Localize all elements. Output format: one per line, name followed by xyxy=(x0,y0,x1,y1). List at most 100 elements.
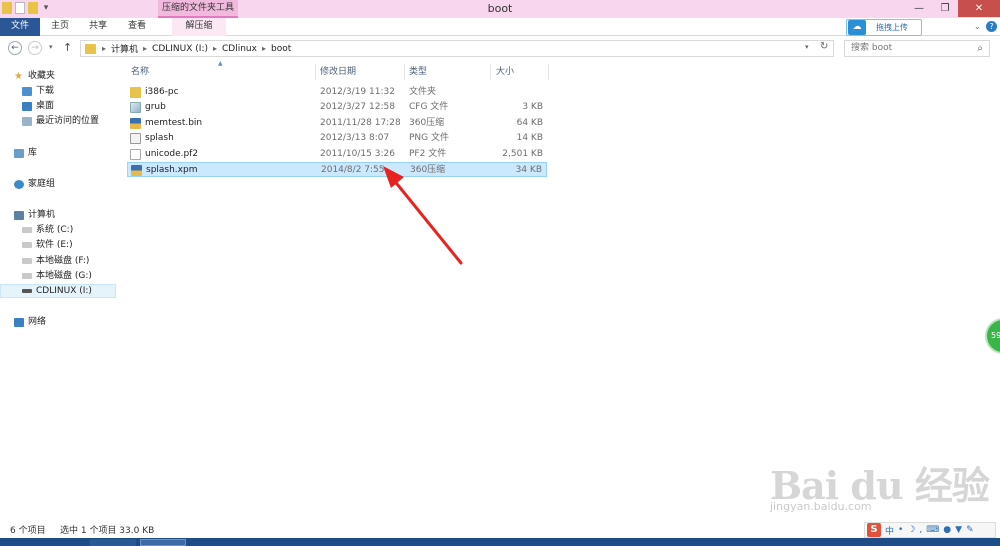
search-icon[interactable]: ⌕ xyxy=(977,41,983,56)
address-dropdown-icon[interactable]: ▾ xyxy=(805,43,809,51)
cd-drive-icon xyxy=(22,289,32,293)
column-divider[interactable] xyxy=(404,64,405,80)
help-icon[interactable]: ? xyxy=(986,21,997,32)
nav-item-desktop[interactable]: 桌面 xyxy=(0,99,116,113)
chevron-right-icon[interactable]: ▸ xyxy=(213,44,217,53)
nav-computer[interactable]: 计算机 xyxy=(0,208,116,222)
tab-view[interactable]: 查看 xyxy=(122,18,152,36)
wrench-icon[interactable]: ✎ xyxy=(966,525,974,535)
archive-icon xyxy=(131,165,142,176)
back-button[interactable]: ← xyxy=(8,41,22,55)
comma-icon[interactable]: , xyxy=(919,525,922,535)
file-row[interactable]: memtest.bin 2011/11/28 17:28 360压缩 64 KB xyxy=(127,116,547,131)
nav-drive-c[interactable]: 系统 (C:) xyxy=(0,223,116,237)
nav-network[interactable]: 网络 xyxy=(0,315,116,329)
file-size: 14 KB xyxy=(516,133,543,143)
taskbar xyxy=(0,538,1000,546)
nav-item-recent[interactable]: 最近访问的位置 xyxy=(0,114,116,128)
taskbar-app-active[interactable] xyxy=(140,539,186,546)
column-header-date[interactable]: 修改日期 xyxy=(320,64,356,80)
drag-upload-button[interactable]: ☁ 拖拽上传 xyxy=(846,19,922,36)
file-row[interactable]: i386-pc 2012/3/19 11:32 文件夹 xyxy=(127,85,547,100)
column-divider[interactable] xyxy=(548,64,549,80)
side-widget-badge[interactable]: 59 xyxy=(985,318,1000,354)
file-size: 2,501 KB xyxy=(502,149,543,159)
column-header-type[interactable]: 类型 xyxy=(409,64,427,80)
column-header-size[interactable]: 大小 xyxy=(496,64,514,80)
computer-icon xyxy=(14,210,24,220)
taskbar-app[interactable] xyxy=(90,539,136,546)
up-button[interactable]: ↑ xyxy=(63,41,72,54)
nav-item-downloads[interactable]: 下载 xyxy=(0,84,116,98)
file-type: 360压缩 xyxy=(410,165,446,175)
tab-extract[interactable]: 解压缩 xyxy=(172,18,226,36)
properties-icon[interactable] xyxy=(15,2,25,14)
address-bar[interactable]: ▸ 计算机 ▸ CDLINUX (I:) ▸ CDlinux ▸ boot xyxy=(80,40,834,57)
item-count: 6 个项目 xyxy=(10,526,46,536)
chevron-right-icon[interactable]: ▸ xyxy=(143,44,147,53)
file-name: i386-pc xyxy=(145,87,179,97)
file-type: PF2 文件 xyxy=(409,149,447,159)
column-header-name[interactable]: 名称 xyxy=(131,64,149,80)
window-controls: — ❐ ✕ xyxy=(906,0,1000,17)
maximize-button[interactable]: ❐ xyxy=(932,0,958,17)
column-divider[interactable] xyxy=(490,64,491,80)
close-button[interactable]: ✕ xyxy=(958,0,1000,17)
file-date: 2012/3/27 12:58 xyxy=(320,102,395,112)
file-row[interactable]: grub 2012/3/27 12:58 CFG 文件 3 KB xyxy=(127,100,547,115)
search-input[interactable]: 搜索 boot ⌕ xyxy=(844,40,990,57)
folder-icon xyxy=(130,87,141,98)
breadcrumb-boot[interactable]: boot xyxy=(271,44,291,54)
ribbon-expand-icon[interactable]: ⌄ xyxy=(974,22,981,31)
keyboard-icon[interactable]: ⌨ xyxy=(926,525,939,535)
file-row-selected[interactable]: splash.xpm 2014/8/2 7:55 360压缩 34 KB xyxy=(127,162,547,177)
cfg-file-icon xyxy=(130,102,141,113)
tab-file[interactable]: 文件 xyxy=(0,18,40,36)
chevron-right-icon[interactable]: ▸ xyxy=(102,44,106,53)
nav-favorites[interactable]: ★ 收藏夹 xyxy=(0,69,116,83)
tab-share[interactable]: 共享 xyxy=(84,18,112,36)
sogou-logo-icon[interactable]: S xyxy=(867,523,881,537)
nav-libraries[interactable]: 库 xyxy=(0,146,116,160)
refresh-icon[interactable]: ↻ xyxy=(820,41,828,52)
punctuation-icon[interactable]: • xyxy=(898,525,903,535)
drive-icon xyxy=(22,258,32,264)
breadcrumb-drive[interactable]: CDLINUX (I:) xyxy=(152,44,208,54)
column-divider[interactable] xyxy=(315,64,316,80)
file-type: 文件夹 xyxy=(409,87,437,97)
nav-drive-i[interactable]: CDLINUX (I:) xyxy=(0,284,116,298)
minimize-button[interactable]: — xyxy=(906,0,932,17)
search-placeholder: 搜索 boot xyxy=(851,43,893,53)
chevron-down-icon[interactable]: ▾ xyxy=(41,2,51,14)
file-type: 360压缩 xyxy=(409,118,445,128)
status-bar: 6 个项目 选中 1 个项目 33.0 KB xyxy=(0,524,1000,538)
breadcrumb-cdlinux[interactable]: CDlinux xyxy=(222,44,257,54)
file-row[interactable]: unicode.pf2 2011/10/15 3:26 PF2 文件 2,501… xyxy=(127,147,547,162)
network-icon xyxy=(14,317,24,327)
new-folder-icon[interactable] xyxy=(28,2,38,14)
ime-mode[interactable]: 中 xyxy=(885,524,894,537)
user-icon[interactable]: ● xyxy=(943,525,951,535)
file-date: 2014/8/2 7:55 xyxy=(321,165,385,175)
file-row[interactable]: splash 2012/3/13 8:07 PNG 文件 14 KB xyxy=(127,131,547,146)
download-icon xyxy=(22,86,32,96)
tab-home[interactable]: 主页 xyxy=(46,18,74,36)
recent-locations-icon[interactable]: ▾ xyxy=(49,43,53,51)
forward-button[interactable]: → xyxy=(28,41,42,55)
file-name: unicode.pf2 xyxy=(145,149,199,159)
shirt-icon[interactable]: ▼ xyxy=(955,525,962,535)
nav-drive-g[interactable]: 本地磁盘 (G:) xyxy=(0,269,116,283)
nav-drive-f[interactable]: 本地磁盘 (F:) xyxy=(0,254,116,268)
file-name: splash.xpm xyxy=(146,165,198,175)
window-title: boot xyxy=(487,2,513,15)
chevron-right-icon[interactable]: ▸ xyxy=(262,44,266,53)
sort-indicator-icon: ▲ xyxy=(218,60,223,67)
folder-icon[interactable] xyxy=(2,2,12,14)
moon-icon[interactable]: ☽ xyxy=(907,525,915,535)
nav-homegroup[interactable]: 家庭组 xyxy=(0,177,116,191)
breadcrumb-computer[interactable]: 计算机 xyxy=(111,42,138,55)
contextual-tab-header: 压缩的文件夹工具 xyxy=(158,0,238,18)
nav-drive-e[interactable]: 软件 (E:) xyxy=(0,238,116,252)
file-date: 2012/3/19 11:32 xyxy=(320,87,395,97)
file-size: 3 KB xyxy=(522,102,543,112)
